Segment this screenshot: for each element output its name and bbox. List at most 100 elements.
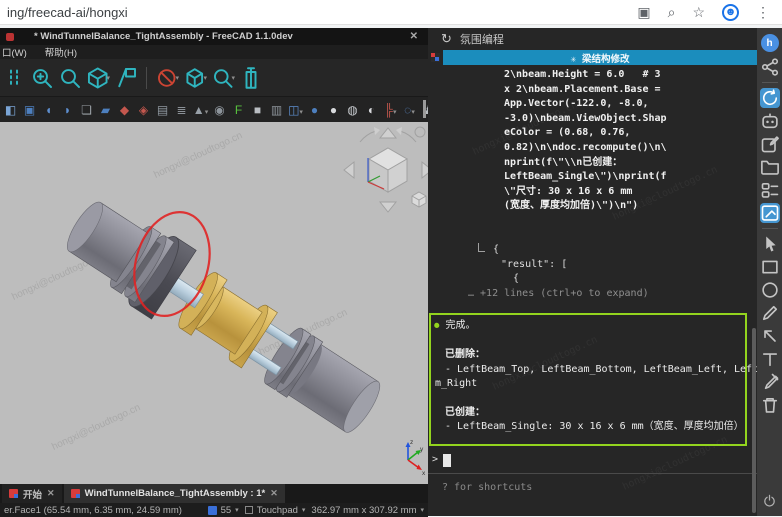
expand-hint[interactable]: … +12 lines (ctrl+o to expand) bbox=[468, 287, 757, 302]
navigation-cube bbox=[344, 127, 428, 212]
browser-profile-avatar[interactable]: ☻ bbox=[722, 4, 739, 21]
rectangle-tool-icon[interactable] bbox=[760, 257, 780, 277]
view-dimensions[interactable]: 362.97 mm x 307.92 mm▾ bbox=[311, 505, 424, 516]
edit-note-icon[interactable] bbox=[760, 134, 780, 154]
browser-tab-title: ing/freecad-ai/hongxi bbox=[0, 5, 637, 20]
toolbar-overflow-handle[interactable] bbox=[423, 100, 426, 118]
part-cylinder-icon[interactable]: ● bbox=[306, 104, 323, 116]
ellipse-tool-icon[interactable] bbox=[760, 280, 780, 300]
terminal-prompt[interactable]: > bbox=[432, 453, 757, 468]
deleted-items: - LeftBeam_Top, LeftBeam_Bottom, LeftBea… bbox=[445, 363, 739, 378]
arrow-tool-icon[interactable] bbox=[760, 326, 780, 346]
part-revolve-icon[interactable]: ◉ bbox=[211, 104, 228, 116]
freecad-window: * WindTunnelBalance_TightAssembly - Free… bbox=[0, 28, 428, 516]
shortcuts-hint: ? for shortcuts bbox=[442, 481, 757, 496]
document-tabbar: 开始 ✕ WindTunnelBalance_TightAssembly : 1… bbox=[0, 484, 428, 503]
ai-assistant-icon[interactable] bbox=[760, 111, 780, 131]
part-mirror-icon[interactable]: ❏ bbox=[78, 104, 95, 116]
clear-annotations-icon[interactable] bbox=[760, 395, 780, 415]
part-compound-icon[interactable]: ▥ bbox=[268, 104, 285, 116]
freecad-app-icon bbox=[6, 33, 14, 41]
close-window-icon[interactable]: ✕ bbox=[410, 31, 422, 42]
text-cursor bbox=[443, 454, 451, 467]
browser-toolbar: ing/freecad-ai/hongxi ▣ ⌕ ☆ ☻ ⋮ bbox=[0, 0, 782, 25]
part-select-icon[interactable]: ◧ bbox=[2, 104, 19, 116]
part-joint-icon[interactable]: ◌▾ bbox=[401, 104, 418, 116]
part-export-icon[interactable]: F bbox=[230, 104, 247, 116]
part-ruled-surface-icon[interactable]: ▰ bbox=[97, 104, 114, 116]
zoom-tools-icon[interactable]: ▾ bbox=[211, 66, 235, 90]
zoom-selection-icon[interactable] bbox=[58, 66, 82, 90]
tab-document[interactable]: WindTunnelBalance_TightAssembly : 1* ✕ bbox=[64, 484, 285, 503]
part-cross-sections-icon[interactable]: ≣ bbox=[173, 104, 190, 116]
freecad-menubar: 口(W) 帮助(H) bbox=[0, 45, 428, 59]
part-tube-icon[interactable]: ╠▾ bbox=[382, 104, 399, 116]
terminal-scrollbar[interactable] bbox=[752, 328, 756, 513]
part-fillet-icon[interactable]: ◖ bbox=[40, 104, 57, 116]
vibe-coding-icon: ↻ bbox=[441, 31, 452, 47]
files-icon[interactable] bbox=[760, 157, 780, 177]
part-box-selection-icon[interactable]: ▣ bbox=[21, 104, 38, 116]
part-torus-icon[interactable]: ◍ bbox=[344, 104, 361, 116]
freecad-window-title: * WindTunnelBalance_TightAssembly - Free… bbox=[22, 31, 410, 42]
decimals-selector[interactable]: 55▾ bbox=[208, 505, 239, 516]
share-icon[interactable] bbox=[760, 57, 780, 77]
menu-kebab-icon[interactable]: ⋮ bbox=[756, 5, 770, 19]
bookmark-star-icon[interactable]: ☆ bbox=[692, 5, 705, 19]
panel-app-label: 氛围编程 bbox=[460, 31, 504, 47]
isometric-view-icon[interactable]: ▾ bbox=[86, 66, 110, 90]
close-tab-icon[interactable]: ✕ bbox=[270, 488, 278, 499]
menu-window[interactable]: 口(W) bbox=[2, 45, 27, 59]
svg-text:z: z bbox=[410, 439, 413, 446]
user-avatar[interactable]: h bbox=[761, 34, 779, 52]
text-tool-icon[interactable] bbox=[760, 349, 780, 369]
tab-start[interactable]: 开始 ✕ bbox=[2, 484, 62, 503]
navigation-style-selector[interactable]: Touchpad▾ bbox=[245, 505, 306, 516]
preselection-info: er.Face1 (65.54 mm, 6.35 mm, 24.59 mm) bbox=[4, 505, 202, 516]
view-cube-icon[interactable]: ▾ bbox=[183, 66, 207, 90]
freecad-logo-icon bbox=[71, 489, 80, 498]
annotate-screen-icon[interactable] bbox=[760, 203, 780, 223]
terminal-output: 2\nbeam.Height = 6.0 # 3x 2\nbeam.Placem… bbox=[428, 68, 757, 496]
session-title: ✳ 梁结构修改 bbox=[443, 50, 757, 65]
toolbar-grip[interactable] bbox=[2, 66, 26, 90]
part-ellipsoid-icon[interactable]: ◐ bbox=[363, 104, 380, 116]
remote-desktop: * WindTunnelBalance_TightAssembly - Free… bbox=[0, 25, 782, 516]
clipping-off-icon[interactable]: ▾ bbox=[155, 66, 179, 90]
zoom-icon[interactable]: ⌕ bbox=[668, 5, 676, 19]
part-sphere-icon[interactable]: ● bbox=[325, 104, 342, 116]
menu-help[interactable]: 帮助(H) bbox=[45, 45, 77, 59]
deleted-heading: 已删除： bbox=[445, 348, 739, 363]
save-page-icon[interactable]: ▣ bbox=[637, 5, 650, 19]
part-extrude-icon[interactable]: ▲▾ bbox=[192, 104, 209, 116]
part-union-icon[interactable]: ◆ bbox=[116, 104, 133, 116]
color-picker-icon[interactable] bbox=[760, 372, 780, 392]
tool-code-block: 2\nbeam.Height = 6.0 # 3x 2\nbeam.Placem… bbox=[428, 68, 757, 214]
pen-tool-icon[interactable] bbox=[760, 303, 780, 323]
3d-viewport[interactable]: hongxi@cloudtogo.cn hongxi@cloudtogo.cn … bbox=[0, 122, 428, 484]
part-transform-icon[interactable]: ◫▾ bbox=[287, 104, 304, 116]
created-items: - LeftBeam_Single: 30 x 16 x 6 mm（宽度、厚度均… bbox=[445, 420, 739, 435]
close-tab-icon[interactable]: ✕ bbox=[47, 488, 55, 499]
view-fit-icon[interactable] bbox=[30, 66, 54, 90]
session-titlebar[interactable]: ✳ 梁结构修改 bbox=[428, 50, 757, 65]
svg-text:x: x bbox=[422, 470, 426, 477]
done-text: 完成。 bbox=[446, 319, 476, 334]
part-cut-icon[interactable]: ◈ bbox=[135, 104, 152, 116]
part-box-icon[interactable]: ■ bbox=[249, 104, 266, 116]
done-bullet-icon: ⏺ bbox=[434, 319, 440, 334]
freecad-view-toolbar: ▾▾▾▾ bbox=[0, 59, 428, 97]
power-icon[interactable] bbox=[760, 490, 780, 510]
part-section-icon[interactable]: ▤ bbox=[154, 104, 171, 116]
freecad-part-toolbar: ◧▣◖◗❏▰◆◈▤≣▲▾◉F■▥◫▾●●◍◐╠▾◌▾♟ bbox=[0, 97, 428, 122]
pointer-tool-icon[interactable] bbox=[760, 234, 780, 254]
freecad-titlebar[interactable]: * WindTunnelBalance_TightAssembly - Free… bbox=[0, 28, 428, 45]
completion-message-box: ⏺ 完成。 已删除： - LeftBeam_Top, LeftBeam_Bott… bbox=[429, 313, 747, 446]
decimals-icon bbox=[208, 506, 217, 515]
vibe-coding-icon[interactable] bbox=[760, 88, 780, 108]
part-chamfer-icon[interactable]: ◗ bbox=[59, 104, 76, 116]
tool-result-block: { "result": [ { … +12 lines (ctrl+o to e… bbox=[428, 243, 757, 301]
task-list-icon[interactable] bbox=[760, 180, 780, 200]
clip-plane-icon[interactable] bbox=[114, 66, 138, 90]
measure-icon[interactable] bbox=[239, 66, 263, 90]
